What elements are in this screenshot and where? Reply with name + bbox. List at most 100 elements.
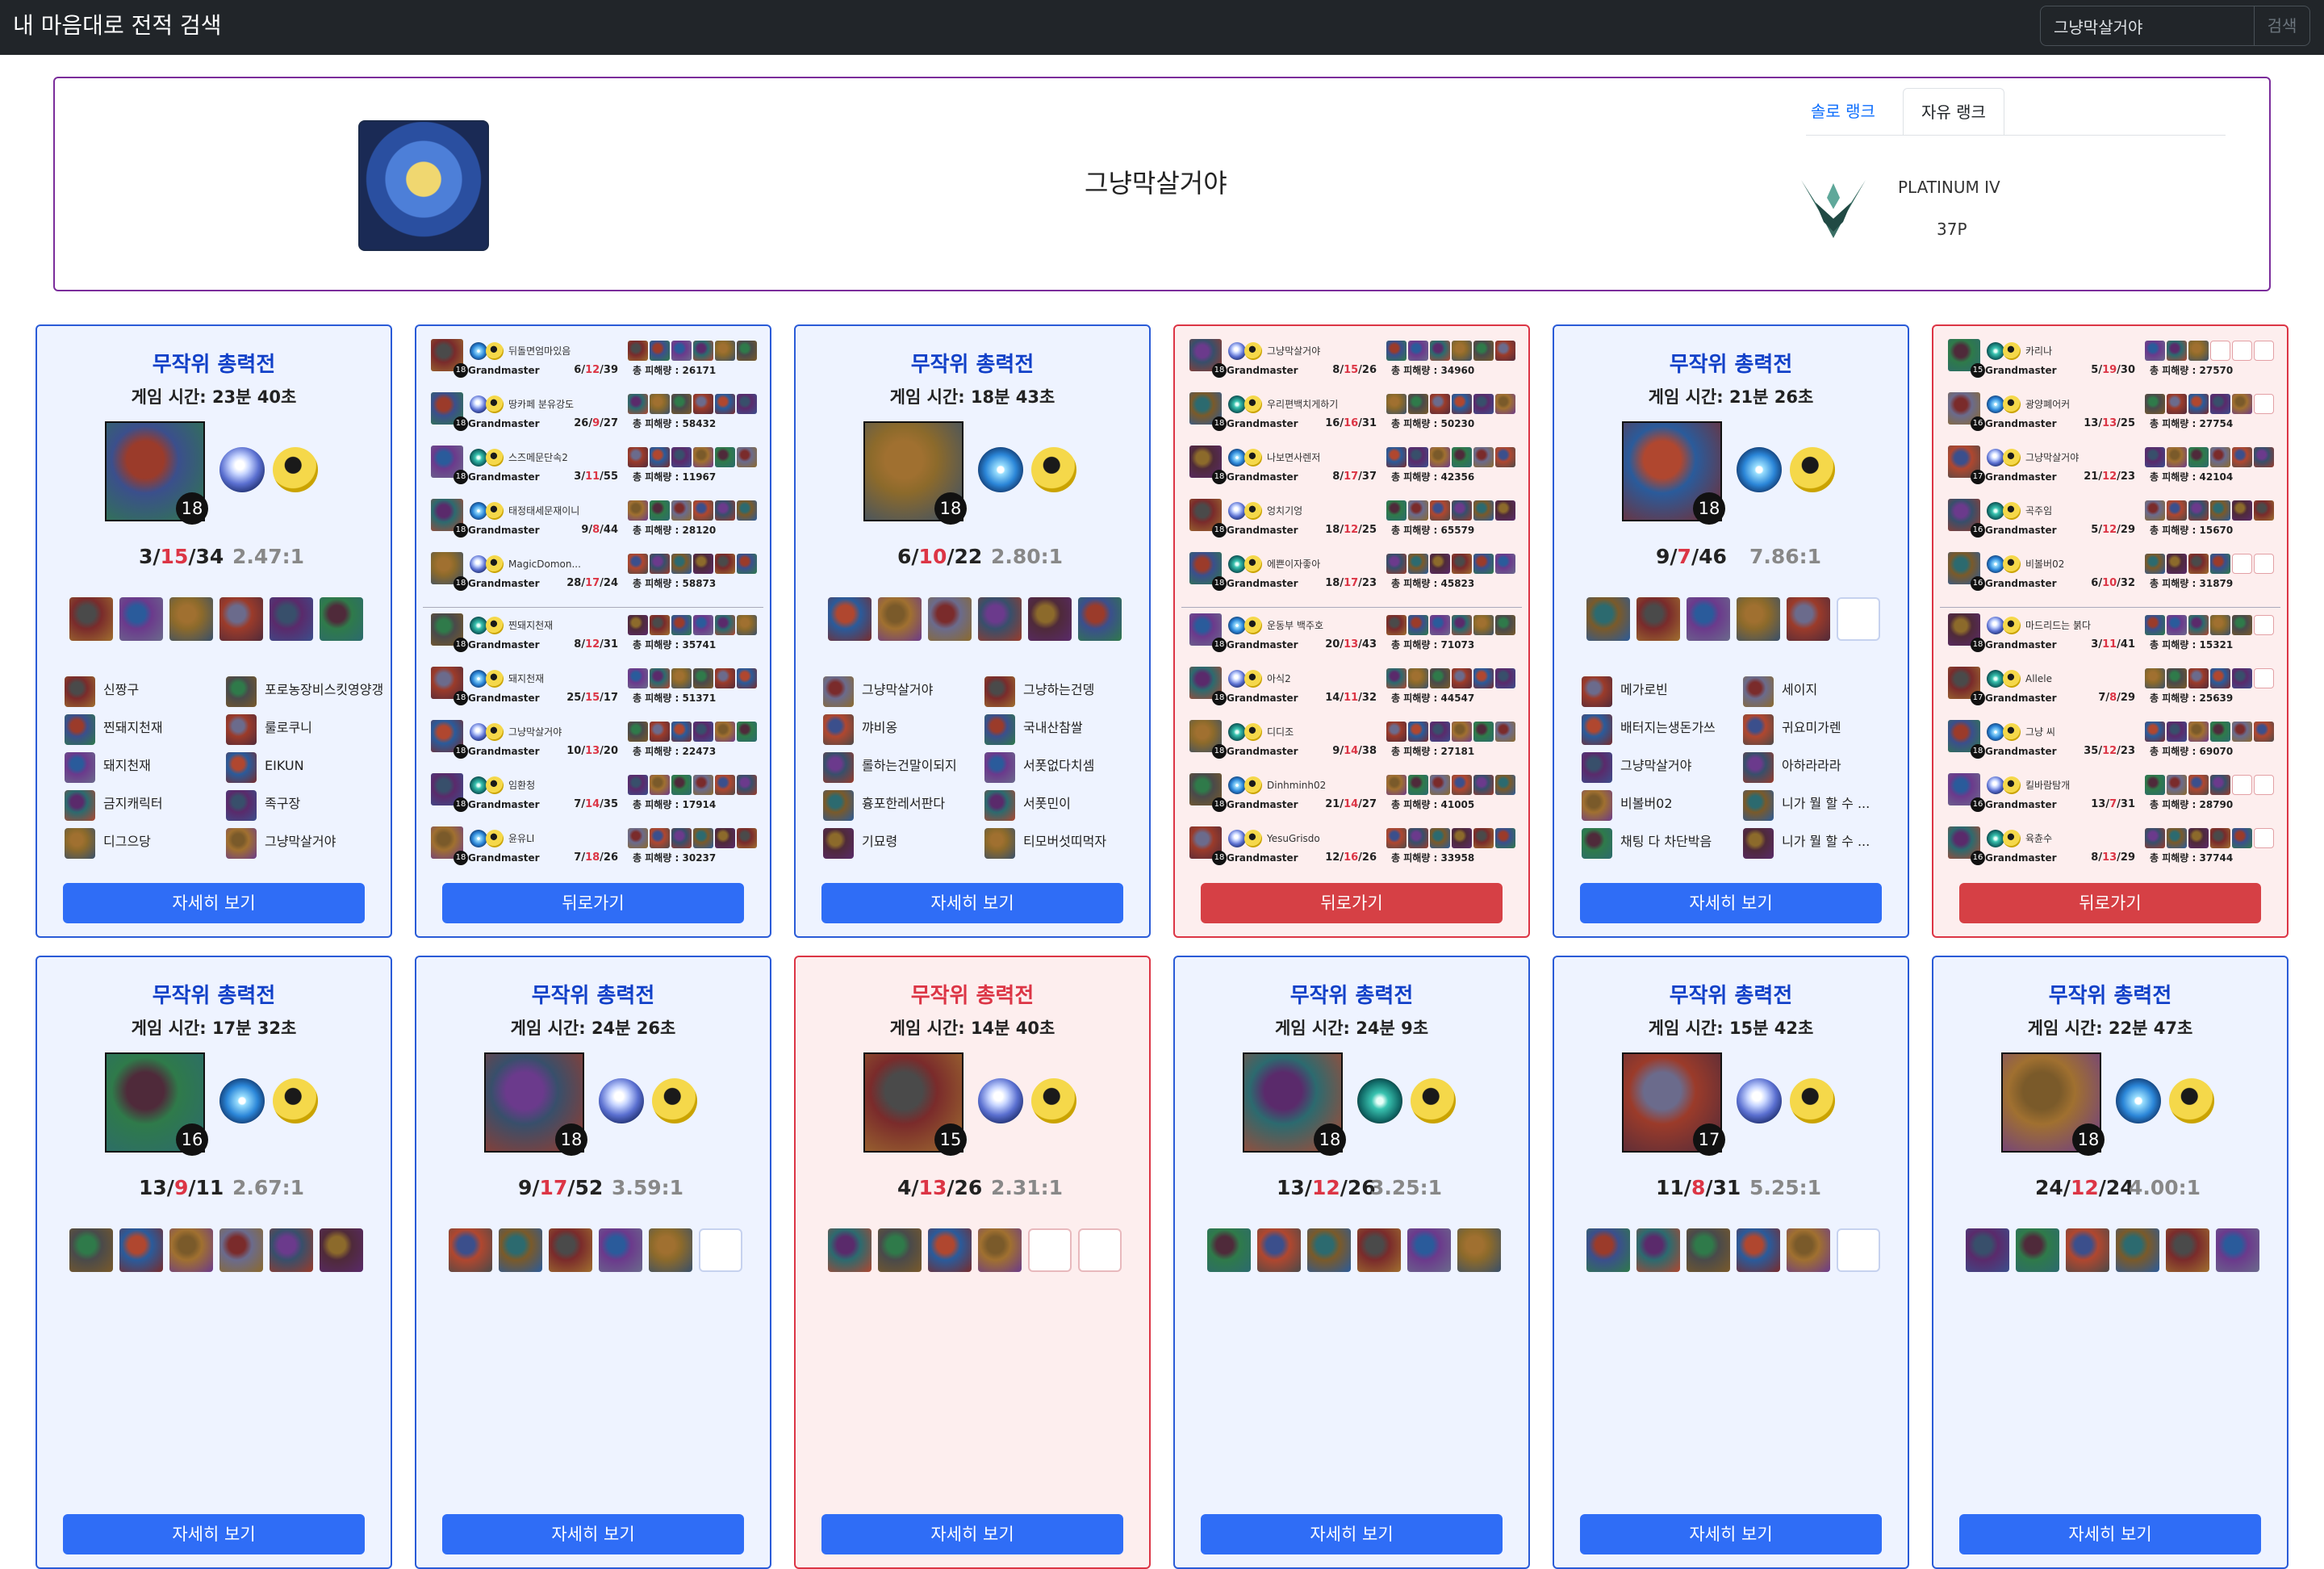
player-name[interactable]: 롤하는건말이되지 (862, 754, 981, 778)
player-row[interactable]: 티모버섯띠먹자 (981, 823, 1143, 861)
player-name[interactable]: 에쁜이자좋아 (1267, 557, 1356, 571)
player-name[interactable]: 그냥막살거야 (265, 830, 384, 854)
detail-player-row[interactable]: 18 운동부 백주호 Grandmaster 20/13/43 총 피해량 : 7107… (1189, 613, 1515, 659)
detail-player-row[interactable]: 18 돼지천재 Grandmaster 25/15/17 총 피해량 : 51371 (431, 667, 757, 712)
player-name[interactable]: 니가 뭘 할 수 ... (1782, 830, 1901, 854)
detail-player-row[interactable]: 18 YesuGrisdo Grandmaster 12/16/26 총 피해량 : 3… (1189, 826, 1515, 872)
player-name[interactable]: 디디조 (1267, 725, 1356, 739)
detail-player-row[interactable]: 16 킬바람탐개 Grandmaster 13/7/31 총 피해량 : 28790 (1948, 773, 2274, 818)
player-row[interactable]: 국내산참쌀 (981, 709, 1143, 747)
player-name[interactable]: 찐돼지천재 (508, 618, 597, 633)
player-name[interactable]: Dinhminh02 (1267, 778, 1356, 793)
player-name[interactable]: 광양폐어커 (2025, 397, 2114, 412)
player-row[interactable]: 비볼버02 (1578, 785, 1740, 823)
player-name[interactable]: 우리편백치게하기 (1267, 397, 1356, 412)
player-name[interactable]: 그냥막살거야 (1267, 344, 1356, 358)
player-name[interactable]: 티모버섯띠먹자 (1023, 830, 1143, 854)
player-name[interactable]: 비볼버02 (1620, 792, 1740, 816)
detail-player-row[interactable]: 18 땅카페 분유강도 Grandmaster 26/9/27 총 피해량 : 5843… (431, 392, 757, 437)
player-name[interactable]: 국내산참쌀 (1023, 716, 1143, 740)
detail-player-row[interactable]: 18 그냥막살거야 Grandmaster 8/15/26 총 피해량 : 34960 (1189, 339, 1515, 384)
detail-player-row[interactable]: 15 카리나 Grandmaster 5/19/30 총 피해량 : 27570 (1948, 339, 2274, 384)
detail-player-row[interactable]: 18 디디조 Grandmaster 9/14/38 총 피해량 : 27181 (1189, 720, 1515, 765)
player-name[interactable]: 태정태세문재이니 (508, 504, 597, 518)
detail-player-row[interactable]: 18 MagicDomon... Grandmaster 28/17/24 총 피해량 … (431, 552, 757, 597)
detail-player-row[interactable]: 18 엉치기엉 Grandmaster 18/12/25 총 피해량 : 65579 (1189, 499, 1515, 544)
player-row[interactable]: 꺄비옹 (820, 709, 981, 747)
player-name[interactable]: 마드리드는 붉다 (2025, 618, 2114, 633)
player-row[interactable]: 포로농장비스킷영양갱 (223, 672, 384, 709)
player-row[interactable]: 디그으당 (61, 823, 223, 861)
player-name[interactable]: 아식2 (1267, 672, 1356, 686)
detail-player-row[interactable]: 18 나보면사렌저 Grandmaster 8/17/37 총 피해량 : 42356 (1189, 446, 1515, 491)
player-name[interactable]: 채팅 다 차단박음 (1620, 830, 1740, 854)
detail-player-row[interactable]: 16 광양폐어커 Grandmaster 13/13/25 총 피해량 : 27754 (1948, 392, 2274, 437)
player-name[interactable]: 킬바람탐개 (2025, 778, 2114, 793)
player-name[interactable]: 세이지 (1782, 678, 1901, 702)
player-name[interactable]: 엉치기엉 (1267, 504, 1356, 518)
detail-button[interactable]: 자세히 보기 (442, 1514, 744, 1554)
player-row[interactable]: 신짱구 (61, 672, 223, 709)
player-name[interactable]: YesuGrisdo (1267, 831, 1356, 846)
player-row[interactable]: 흉포한레서판다 (820, 785, 981, 823)
player-name[interactable]: 비볼버02 (2025, 557, 2114, 571)
player-name[interactable]: 귀요미가렌 (1782, 716, 1901, 740)
search-input[interactable] (2040, 6, 2255, 46)
player-name[interactable]: 서폿없다치셈 (1023, 754, 1143, 778)
player-row[interactable]: EIKUN (223, 747, 384, 785)
detail-button[interactable]: 자세히 보기 (1580, 1514, 1882, 1554)
detail-button[interactable]: 자세히 보기 (1959, 1514, 2261, 1554)
detail-player-row[interactable]: 16 육츈수 Grandmaster 8/13/29 총 피해량 : 37744 (1948, 826, 2274, 872)
back-button[interactable]: 뒤로가기 (1201, 883, 1503, 923)
player-row[interactable]: 그냥막살거야 (1578, 747, 1740, 785)
player-name[interactable]: 카리나 (2025, 344, 2114, 358)
player-row[interactable]: 아하라라라 (1740, 747, 1901, 785)
detail-player-row[interactable]: 18 마드리드는 붉다 Grandmaster 3/11/41 총 피해량 : 1532… (1948, 613, 2274, 659)
player-row[interactable]: 그냥막살거야 (223, 823, 384, 861)
player-name[interactable]: 룰로쿠니 (265, 716, 384, 740)
app-title[interactable]: 내 마음대로 전적 검색 (13, 10, 222, 42)
player-row[interactable]: 세이지 (1740, 672, 1901, 709)
back-button[interactable]: 뒤로가기 (442, 883, 744, 923)
player-name[interactable]: 땅카페 분유강도 (508, 397, 597, 412)
player-name[interactable]: MagicDomon... (508, 557, 597, 571)
tab-flex-rank[interactable]: 자유 랭크 (1903, 88, 2004, 135)
detail-player-row[interactable]: 18 Dinhminh02 Grandmaster 21/14/27 총 피해량 : 4… (1189, 773, 1515, 818)
player-name[interactable]: 니가 뭘 할 수 ... (1782, 792, 1901, 816)
player-row[interactable]: 그냥하는건뎅 (981, 672, 1143, 709)
detail-player-row[interactable]: 18 뒤돌면엄마있음 Grandmaster 6/12/39 총 피해량 : 26171 (431, 339, 757, 384)
detail-button[interactable]: 자세히 보기 (821, 1514, 1123, 1554)
player-row[interactable]: 금지캐릭터 (61, 785, 223, 823)
player-name[interactable]: 디그으당 (103, 830, 223, 854)
player-name[interactable]: 배터지는생돈가쓰 (1620, 716, 1740, 740)
detail-player-row[interactable]: 18 그냥 씨 Grandmaster 35/12/23 총 피해량 : 69070 (1948, 720, 2274, 765)
player-name[interactable]: 그냥하는건뎅 (1023, 678, 1143, 702)
tab-solo-rank[interactable]: 솔로 랭크 (1793, 88, 1893, 135)
player-name[interactable]: 기묘령 (862, 830, 981, 854)
detail-player-row[interactable]: 18 그냥막살거야 Grandmaster 10/13/20 총 피해량 : 22473 (431, 720, 757, 765)
detail-player-row[interactable]: 18 임환청 Grandmaster 7/14/35 총 피해량 : 17914 (431, 773, 757, 818)
player-row[interactable]: 메가로빈 (1578, 672, 1740, 709)
detail-player-row[interactable]: 18 에쁜이자좋아 Grandmaster 18/17/23 총 피해량 : 45823 (1189, 552, 1515, 597)
player-name[interactable]: 서폿민이 (1023, 792, 1143, 816)
detail-player-row[interactable]: 16 곡주임 Grandmaster 5/12/29 총 피해량 : 15670 (1948, 499, 2274, 544)
player-name[interactable]: EIKUN (265, 754, 384, 778)
player-name[interactable]: Allele (2025, 672, 2114, 686)
player-row[interactable]: 찐돼지천재 (61, 709, 223, 747)
detail-player-row[interactable]: 18 아식2 Grandmaster 14/11/32 총 피해량 : 44547 (1189, 667, 1515, 712)
player-name[interactable]: 돼지천재 (103, 754, 223, 778)
player-name[interactable]: 그냥 씨 (2025, 725, 2114, 739)
player-row[interactable]: 기묘령 (820, 823, 981, 861)
player-row[interactable]: 서폿민이 (981, 785, 1143, 823)
player-name[interactable]: 곡주임 (2025, 504, 2114, 518)
search-button[interactable]: 검색 (2254, 6, 2310, 46)
player-name[interactable]: 운동부 백주호 (1267, 618, 1356, 633)
detail-player-row[interactable]: 18 스즈메문단속2 Grandmaster 3/11/55 총 피해량 : 11967 (431, 446, 757, 491)
detail-player-row[interactable]: 18 찐돼지천재 Grandmaster 8/12/31 총 피해량 : 35741 (431, 613, 757, 659)
detail-button[interactable]: 자세히 보기 (1201, 1514, 1503, 1554)
player-name[interactable]: 스즈메문단속2 (508, 450, 597, 465)
player-row[interactable]: 니가 뭘 할 수 ... (1740, 823, 1901, 861)
player-name[interactable]: 꺄비옹 (862, 716, 981, 740)
player-row[interactable]: 롤하는건말이되지 (820, 747, 981, 785)
detail-player-row[interactable]: 17 Allele Grandmaster 7/8/29 총 피해량 : 25639 (1948, 667, 2274, 712)
